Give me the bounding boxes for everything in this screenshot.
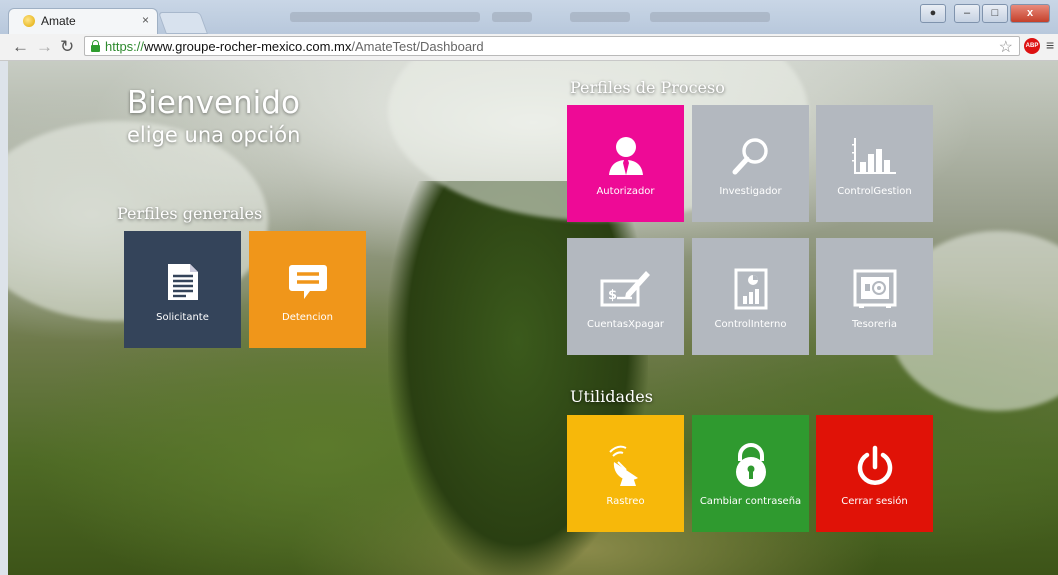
tile-investigador[interactable]: Investigador xyxy=(692,105,809,222)
tile-autorizador[interactable]: Autorizador xyxy=(567,105,684,222)
user-profile-icon[interactable]: ● xyxy=(920,4,946,23)
browser-toolbar: ← → ↻ https://www.groupe-rocher-mexico.c… xyxy=(0,34,1058,61)
browser-titlebar: Amate × ● – □ x xyxy=(0,0,1058,34)
chrome-menu-icon[interactable]: ≡ xyxy=(1046,37,1054,53)
blurred-taskbar-text xyxy=(290,12,480,22)
favicon-icon xyxy=(23,15,35,27)
tab-title: Amate xyxy=(41,14,76,28)
safe-icon xyxy=(816,264,933,314)
tile-label: Solicitante xyxy=(156,312,209,323)
tile-rastreo[interactable]: Rastreo xyxy=(567,415,684,532)
svg-text:$: $ xyxy=(608,288,617,303)
tile-cuentasxpagar[interactable]: $ CuentasXpagar xyxy=(567,238,684,355)
lock-icon xyxy=(91,40,100,52)
tile-solicitante[interactable]: Solicitante xyxy=(124,231,241,348)
tile-cerrar-sesion[interactable]: Cerrar sesión xyxy=(816,415,933,532)
bar-chart-icon xyxy=(816,131,933,181)
tile-label: Autorizador xyxy=(596,186,655,197)
bookmark-star-icon[interactable]: ☆ xyxy=(999,37,1013,57)
document-icon xyxy=(124,257,241,307)
tile-label: Investigador xyxy=(719,186,782,197)
tile-label: Rastreo xyxy=(606,496,645,507)
window-controls: ● – □ x xyxy=(920,4,1050,23)
blurred-taskbar-text xyxy=(650,12,770,22)
minimize-button[interactable]: – xyxy=(954,4,980,23)
tile-label: CuentasXpagar xyxy=(587,319,664,330)
browser-tab-amate[interactable]: Amate × xyxy=(8,8,158,34)
tile-label: ControlInterno xyxy=(714,319,787,330)
tab-close-icon[interactable]: × xyxy=(142,13,149,27)
blurred-taskbar-text xyxy=(492,12,532,22)
maximize-button[interactable]: □ xyxy=(982,4,1008,23)
forward-arrow-icon[interactable]: → xyxy=(36,37,53,57)
tile-controlgestion[interactable]: ControlGestion xyxy=(816,105,933,222)
padlock-icon xyxy=(692,441,809,491)
perfiles-proceso-heading: Perfiles de Proceso xyxy=(570,78,725,97)
welcome-title: Bienvenido xyxy=(127,85,300,121)
tile-tesoreria[interactable]: Tesoreria xyxy=(816,238,933,355)
satellite-dish-icon xyxy=(567,441,684,491)
tile-label: Cambiar contraseña xyxy=(699,496,802,507)
check-signature-icon: $ xyxy=(567,264,684,314)
tile-cambiar-contrasena[interactable]: Cambiar contraseña xyxy=(692,415,809,532)
tile-label: Detencion xyxy=(282,312,333,323)
tile-detencion[interactable]: Detencion xyxy=(249,231,366,348)
url-text: https://www.groupe-rocher-mexico.com.mx/… xyxy=(105,39,484,54)
close-window-button[interactable]: x xyxy=(1010,4,1050,23)
address-bar[interactable]: https://www.groupe-rocher-mexico.com.mx/… xyxy=(84,36,1020,56)
magnifier-icon xyxy=(692,131,809,181)
tile-label: ControlGestion xyxy=(837,186,912,197)
perfiles-generales-heading: Perfiles generales xyxy=(117,204,263,223)
report-chart-icon xyxy=(692,264,809,314)
person-icon xyxy=(567,131,684,181)
chat-bubble-icon xyxy=(249,257,366,307)
tile-controlinterno[interactable]: ControlInterno xyxy=(692,238,809,355)
power-icon xyxy=(816,441,933,491)
utilidades-heading: Utilidades xyxy=(570,387,653,406)
blurred-taskbar-text xyxy=(570,12,630,22)
adblock-plus-icon[interactable]: ABP xyxy=(1024,38,1040,54)
welcome-subtitle: elige una opción xyxy=(127,123,301,147)
back-arrow-icon[interactable]: ← xyxy=(12,37,29,57)
reload-icon[interactable]: ↻ xyxy=(60,37,74,57)
tile-label: Cerrar sesión xyxy=(841,496,908,507)
tile-label: Tesoreria xyxy=(852,319,897,330)
new-tab-button[interactable] xyxy=(157,12,209,34)
dashboard-page: Bienvenido elige una opción Perfiles gen… xyxy=(8,61,1058,575)
